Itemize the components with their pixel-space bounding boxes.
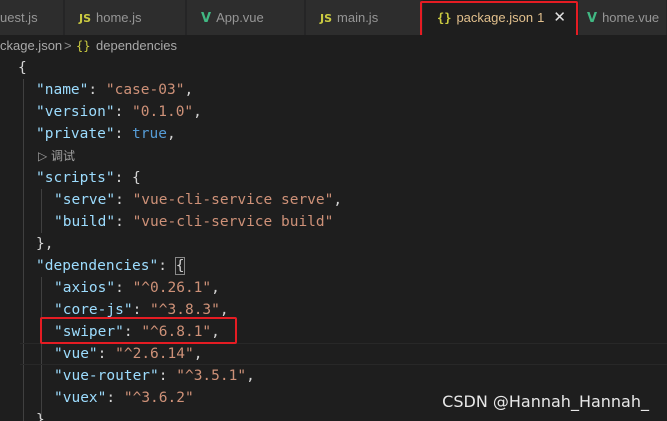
code-editor[interactable]: { "name": "case-03", "version": "0.1.0",…: [0, 57, 667, 421]
json-string: "vue-cli-service build": [132, 214, 334, 230]
json-string: "^2.6.14": [115, 346, 194, 362]
tab-request-js[interactable]: uest.js: [0, 0, 64, 35]
tab-label: home.vue: [602, 10, 660, 25]
braces-icon: {}: [76, 39, 91, 53]
json-string: "vue-cli-service serve": [132, 192, 334, 208]
json-key: "dependencies": [36, 258, 159, 274]
code-line: "private": true,: [36, 126, 176, 142]
code-line: ▷ 调试: [38, 145, 75, 167]
tab-home-js[interactable]: JS home.js: [65, 0, 186, 35]
tab-home-vue[interactable]: Vhome.vue: [579, 0, 667, 35]
brace: }: [36, 412, 45, 421]
indent-guide: [41, 189, 42, 233]
json-string: "^6.8.1": [141, 324, 212, 340]
code-line: }: [36, 409, 45, 421]
close-icon[interactable]: ✕: [553, 0, 566, 35]
code-line: "build": "vue-cli-service build": [54, 214, 334, 230]
json-key: "core-js": [54, 302, 133, 318]
json-key: "vuex": [54, 390, 107, 406]
breadcrumb: ckage.json > {} dependencies: [0, 35, 667, 57]
code-line: "axios": "^0.26.1",: [54, 280, 220, 296]
indent-guide: [23, 79, 24, 421]
code-line: "core-js": "^3.8.3",: [54, 302, 229, 318]
brace: },: [36, 236, 54, 252]
tab-label: uest.js: [0, 10, 38, 25]
debug-codelens[interactable]: ▷ 调试: [38, 149, 75, 163]
json-string: "0.1.0": [132, 104, 194, 120]
json-key: "name": [36, 82, 89, 98]
json-string: "^3.8.3": [150, 302, 220, 318]
vue-file-icon: V: [201, 11, 212, 26]
problem-count-badge: 1: [537, 10, 545, 25]
tab-label: main.js: [337, 10, 379, 25]
code-line: "vue": "^2.6.14",: [54, 346, 203, 362]
code-line: "swiper": "^6.8.1",: [54, 324, 220, 340]
json-key: "swiper": [54, 324, 124, 340]
tab-label: App.vue: [216, 10, 264, 25]
code-line: "serve": "vue-cli-service serve",: [54, 192, 343, 208]
json-key: "axios": [54, 280, 116, 296]
code-line: "name": "case-03",: [36, 82, 194, 98]
json-string: "^0.26.1": [132, 280, 212, 296]
javascript-file-icon: JS: [79, 12, 92, 25]
json-string: "^3.6.2": [123, 390, 194, 406]
editor-tab-bar: uest.js JS home.js V App.vue JS main.js {} p…: [0, 0, 667, 35]
brace: {: [18, 60, 27, 76]
json-string: "^3.5.1": [176, 368, 247, 384]
code-line: },: [36, 233, 53, 255]
code-line: "scripts": {: [36, 170, 141, 186]
javascript-file-icon: JS: [320, 12, 333, 25]
code-line: "dependencies": {: [36, 257, 186, 275]
code-line: "version": "0.1.0",: [36, 104, 202, 120]
tab-app-vue[interactable]: V App.vue: [187, 0, 305, 35]
tab-main-js[interactable]: JS main.js: [306, 0, 422, 35]
json-key: "serve": [54, 192, 116, 208]
watermark: CSDN @Hannah_Hannah_: [442, 392, 649, 411]
tab-label: home.js: [96, 10, 142, 25]
tab-package-json[interactable]: {} package.json 1 ✕: [423, 0, 578, 35]
json-file-icon: {}: [437, 11, 452, 25]
json-key: "scripts": [36, 170, 115, 186]
breadcrumb-file[interactable]: ckage.json: [0, 35, 62, 57]
json-boolean: true: [132, 126, 167, 142]
json-key: "build": [54, 214, 116, 230]
code-line: "vue-router": "^3.5.1",: [54, 368, 255, 384]
json-key: "private": [36, 126, 115, 142]
tab-label: package.json: [456, 10, 534, 25]
json-key: "vue": [54, 346, 98, 362]
code-line: {: [18, 57, 27, 79]
json-key: "version": [36, 104, 115, 120]
breadcrumb-symbol[interactable]: dependencies: [96, 35, 177, 57]
code-line: "vuex": "^3.6.2": [54, 390, 194, 406]
vue-file-icon: V: [587, 11, 598, 26]
json-key: "vue-router": [54, 368, 159, 384]
json-string: "case-03": [105, 82, 185, 98]
breadcrumb-separator: >: [64, 38, 72, 53]
